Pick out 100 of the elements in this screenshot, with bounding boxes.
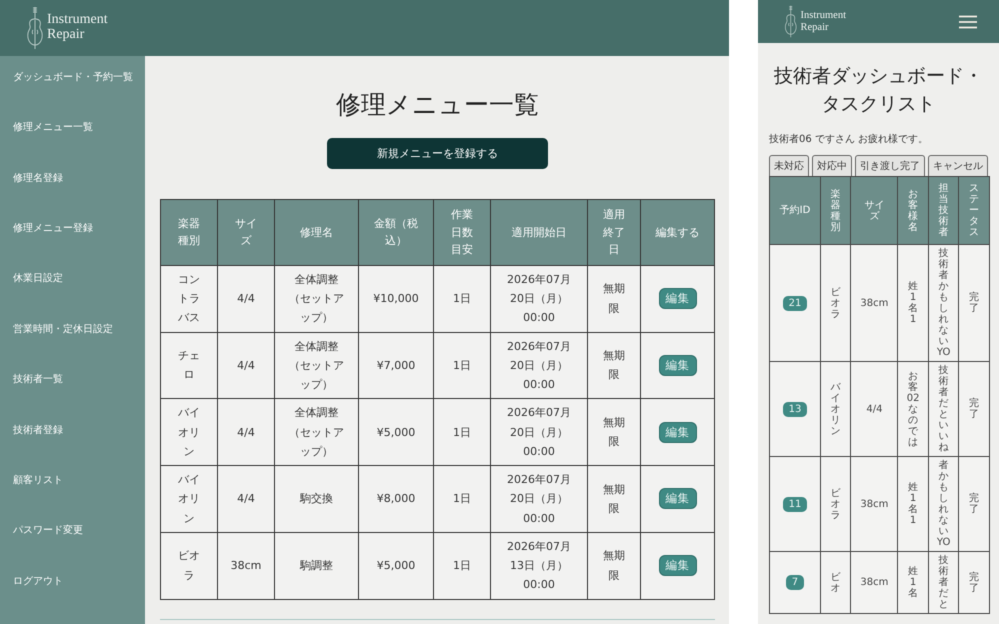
table-cell: ¥5,000	[358, 398, 434, 466]
edit-button[interactable]: 編集	[658, 555, 696, 576]
table-cell: バイオリン	[160, 466, 218, 532]
table-cell: 全体調整（セットアップ）	[274, 398, 358, 466]
edit-button[interactable]: 編集	[658, 488, 696, 510]
column-header: 適用終了日	[588, 200, 640, 266]
menu-icon[interactable]	[959, 14, 977, 28]
table-cell: 1日	[434, 532, 490, 600]
table-cell: 姓1名1	[898, 456, 928, 552]
status-tab[interactable]: 引き渡し完了	[855, 155, 925, 176]
sidebar-item[interactable]: 修理メニュー登録	[0, 221, 145, 272]
table-cell: ¥5,000	[358, 532, 434, 600]
sidebar-item[interactable]: 修理名登録	[0, 170, 145, 222]
table-cell: 1日	[434, 332, 490, 399]
table-cell: バイオリン	[160, 398, 218, 466]
edit-button[interactable]: 編集	[658, 422, 696, 443]
table-cell: 38cm	[218, 532, 274, 600]
column-header: サイズ	[850, 176, 898, 245]
sidebar-item[interactable]: 休業日設定	[0, 271, 145, 322]
table-cell: 1日	[434, 466, 490, 532]
table-cell: ビオラ	[820, 244, 851, 362]
sidebar-item[interactable]: ダッシュボード・予約一覧	[0, 70, 145, 120]
column-header: 編集する	[640, 200, 714, 266]
violin-icon	[26, 6, 44, 50]
status-tab[interactable]: 未対応	[769, 155, 809, 176]
table-cell: 38cm	[850, 244, 898, 362]
table-cell: ¥10,000	[358, 265, 434, 332]
table-cell: 2026年07月13日（月）00:00	[490, 532, 588, 600]
status-tab[interactable]: キャンセル	[928, 155, 988, 176]
column-header: 作業日数目安	[434, 200, 490, 266]
column-header: 担当技術者	[928, 176, 959, 245]
table-cell: 無期限	[588, 466, 640, 532]
reservation-id-button[interactable]: 7	[786, 575, 804, 590]
table-cell: チェロ	[160, 332, 218, 399]
table-cell: お客02なのでは	[898, 362, 928, 457]
sidebar-item[interactable]: 技術者一覧	[0, 372, 145, 423]
reservation-id-button[interactable]: 11	[782, 496, 808, 512]
table-cell: 完了	[958, 244, 990, 362]
table-cell: コントラバス	[160, 265, 218, 332]
column-header: 金額（税込）	[358, 200, 434, 266]
table-cell: 無期限	[588, 398, 640, 466]
column-header: 修理名	[274, 200, 358, 266]
sidebar-item[interactable]: 営業時間・定休日設定	[0, 322, 145, 372]
sidebar-item[interactable]: パスワード変更	[0, 523, 145, 574]
table-cell: 全体調整（セットアップ）	[274, 332, 358, 399]
logo-text: Repair	[47, 28, 86, 43]
table-cell: 無期限	[588, 532, 640, 600]
table-cell: ¥8,000	[358, 466, 434, 532]
column-header: 予約ID	[770, 176, 820, 245]
table-cell: 無期限	[588, 265, 640, 332]
table-cell: ¥7,000	[358, 332, 434, 399]
table-cell: 姓1名	[898, 552, 928, 614]
sidebar-item[interactable]: 技術者登録	[0, 422, 145, 473]
table-cell: 技術者かもしれないYO	[928, 244, 959, 362]
table-cell: 4/4	[218, 398, 274, 466]
sidebar-item[interactable]: 顧客リスト	[0, 472, 145, 524]
edit-button[interactable]: 編集	[658, 354, 696, 376]
table-cell: 4/4	[850, 362, 898, 457]
table-cell: 2026年07月20日（月）00:00	[490, 265, 588, 332]
column-header: 楽器種別	[160, 200, 218, 266]
table-cell: 技術者だと	[928, 552, 959, 614]
table-cell: ビオラ	[820, 456, 851, 552]
column-header: サイズ	[218, 200, 274, 266]
logo-text: Repair	[800, 22, 830, 33]
table-cell: 2026年07月20日（月）00:00	[490, 398, 588, 466]
column-header: ステータス	[958, 176, 990, 245]
table-cell: バイオリン	[820, 362, 851, 457]
status-tab[interactable]: 対応中	[812, 155, 852, 176]
table-cell: 完了	[958, 552, 990, 614]
table-cell: 者かもしれないYO	[928, 456, 959, 552]
table-cell: ビオラ	[160, 532, 218, 600]
column-header: お客様名	[898, 176, 928, 245]
table-cell: 完了	[958, 362, 990, 457]
table-cell: 技術者だといいね	[928, 362, 959, 457]
table-cell: 駒調整	[274, 532, 358, 600]
table-cell: 4/4	[218, 332, 274, 399]
sidebar-item[interactable]: ログアウト	[0, 574, 145, 624]
table-cell: 全体調整（セットアップ）	[274, 265, 358, 332]
table-cell: 無期限	[588, 332, 640, 399]
table-cell: 4/4	[218, 466, 274, 532]
table-cell: 4/4	[218, 265, 274, 332]
reservation-id-button[interactable]: 21	[782, 296, 808, 311]
logo-text: Instrument	[47, 13, 108, 28]
page-title: 修理メニュー一覧	[336, 89, 539, 121]
reservation-id-button[interactable]: 13	[782, 402, 808, 417]
edit-button[interactable]: 編集	[658, 288, 696, 310]
table-cell: 1日	[434, 265, 490, 332]
new-menu-button[interactable]: 新規メニューを登録する	[327, 138, 548, 169]
table-cell: 2026年07月20日（月）00:00	[490, 466, 588, 532]
logo-text: Instrument	[800, 10, 846, 22]
table-cell: 駒交換	[274, 466, 358, 532]
page-title: 技術者ダッシュボード・タスクリスト	[773, 64, 984, 117]
greeting-text: 技術者06 ですさん お疲れ様です。	[769, 132, 930, 146]
table-cell: 38cm	[850, 456, 898, 552]
table-cell: 1日	[434, 398, 490, 466]
table-cell: 姓1名1	[898, 244, 928, 362]
sidebar-item[interactable]: 修理メニュー一覧	[0, 120, 145, 171]
table-cell: ビオ	[820, 552, 851, 614]
column-header: 楽器種別	[820, 176, 851, 245]
table-cell: 38cm	[850, 552, 898, 614]
